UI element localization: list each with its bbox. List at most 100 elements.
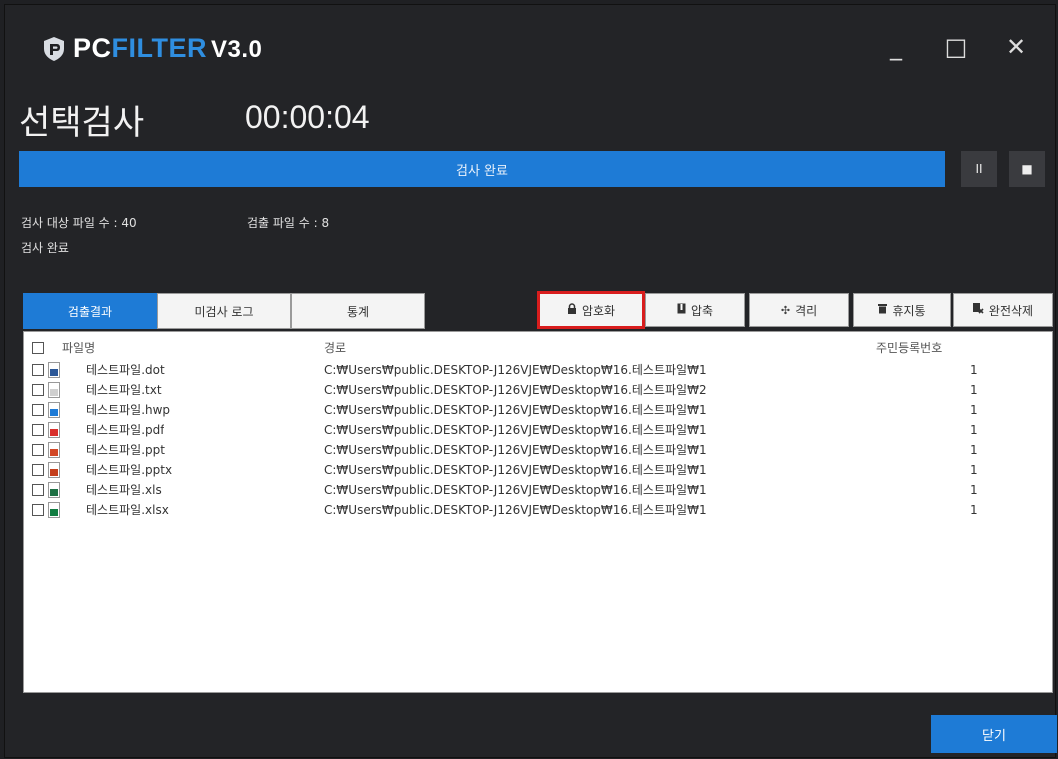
select-all-checkbox[interactable] bbox=[32, 342, 44, 354]
permanent-delete-button[interactable]: 완전삭제 bbox=[953, 293, 1053, 327]
minimize-button[interactable]: _ bbox=[875, 29, 917, 65]
file-name: 테스트파일.hwp bbox=[86, 403, 171, 417]
table-row[interactable]: 테스트파일.pdf C:₩Users₩public.DESKTOP-J126VJE… bbox=[24, 420, 1052, 440]
pause-icon: II bbox=[975, 162, 983, 176]
quarantine-button[interactable]: ✣ 격리 bbox=[749, 293, 849, 327]
elapsed-timer: 00:00:04 bbox=[245, 99, 370, 135]
app-window: PCFILTER V3.0 _ □ ✕ 선택검사 00:00:04 검사 완료 I… bbox=[4, 4, 1057, 758]
tab-label: 통계 bbox=[346, 304, 370, 319]
app-version: V3.0 bbox=[211, 36, 263, 63]
row-checkbox[interactable] bbox=[32, 364, 44, 376]
word-file-icon bbox=[48, 362, 60, 378]
table-row[interactable]: 테스트파일.txt C:₩Users₩public.DESKTOP-J126VJE… bbox=[24, 380, 1052, 400]
scan-progress-bar: 검사 완료 bbox=[19, 151, 945, 187]
file-path: C:₩Users₩public.DESKTOP-J126VJE₩Desktop₩… bbox=[324, 463, 707, 477]
shield-logo-icon bbox=[44, 36, 64, 61]
move-icon: ✣ bbox=[780, 303, 791, 317]
table-row[interactable]: 테스트파일.xlsx C:₩Users₩public.DESKTOP-J126VJ… bbox=[24, 500, 1052, 520]
file-path: C:₩Users₩public.DESKTOP-J126VJE₩Desktop₩… bbox=[324, 423, 707, 437]
text-file-icon bbox=[48, 382, 60, 398]
pause-button[interactable]: II bbox=[961, 151, 997, 187]
app-name: PCFILTER V3.0 bbox=[73, 33, 263, 63]
hwp-file-icon bbox=[48, 402, 60, 418]
rrn-count: 1 bbox=[970, 363, 978, 377]
tab-detection-results[interactable]: 검출결과 bbox=[23, 293, 157, 329]
trash-button[interactable]: 휴지통 bbox=[853, 293, 951, 327]
xlsx-file-icon bbox=[48, 502, 60, 518]
pptx-file-icon bbox=[48, 462, 60, 478]
close-button-label: 닫기 bbox=[982, 728, 1006, 744]
quarantine-label: 격리 bbox=[795, 303, 818, 318]
app-logo: PCFILTER V3.0 bbox=[43, 33, 262, 64]
file-name: 테스트파일.xlsx bbox=[86, 503, 169, 517]
permanent-delete-label: 완전삭제 bbox=[988, 303, 1034, 318]
row-checkbox[interactable] bbox=[32, 444, 44, 456]
trash-icon bbox=[878, 303, 888, 317]
tab-unscanned-log[interactable]: 미검사 로그 bbox=[157, 293, 291, 329]
tab-label: 검출결과 bbox=[67, 304, 113, 319]
tab-statistics[interactable]: 통계 bbox=[291, 293, 425, 329]
file-name: 테스트파일.ppt bbox=[86, 443, 165, 457]
ppt-file-icon bbox=[48, 442, 60, 458]
close-icon: ✕ bbox=[1005, 33, 1027, 61]
table-row[interactable]: 테스트파일.dot C:₩Users₩public.DESKTOP-J126VJE… bbox=[24, 360, 1052, 380]
encrypt-label: 암호화 bbox=[581, 303, 616, 318]
compress-button[interactable]: 압축 bbox=[645, 293, 745, 327]
rrn-count: 1 bbox=[970, 463, 978, 477]
tab-label: 미검사 로그 bbox=[194, 304, 254, 319]
rrn-count: 1 bbox=[970, 503, 978, 517]
stop-button[interactable]: ■ bbox=[1009, 151, 1045, 187]
file-name: 테스트파일.pptx bbox=[86, 463, 173, 477]
row-checkbox[interactable] bbox=[32, 504, 44, 516]
rrn-count: 1 bbox=[970, 423, 978, 437]
file-path: C:₩Users₩public.DESKTOP-J126VJE₩Desktop₩… bbox=[324, 443, 707, 457]
stop-icon: ■ bbox=[1021, 162, 1033, 176]
file-name: 테스트파일.txt bbox=[86, 383, 162, 397]
maximize-icon: □ bbox=[944, 33, 968, 61]
column-header-filename[interactable]: 파일명 bbox=[62, 338, 95, 358]
row-checkbox[interactable] bbox=[32, 484, 44, 496]
row-checkbox[interactable] bbox=[32, 424, 44, 436]
file-path: C:₩Users₩public.DESKTOP-J126VJE₩Desktop₩… bbox=[324, 503, 707, 517]
table-header: 파일명 경로 주민등록번호 bbox=[24, 338, 1052, 358]
title-bar[interactable]: PCFILTER V3.0 _ □ ✕ bbox=[5, 5, 1055, 83]
row-checkbox[interactable] bbox=[32, 384, 44, 396]
close-window-button[interactable]: ✕ bbox=[995, 29, 1037, 65]
results-table: 파일명 경로 주민등록번호 테스트파일.dot C:₩Users₩public.D… bbox=[23, 331, 1053, 693]
archive-icon bbox=[677, 303, 686, 317]
file-path: C:₩Users₩public.DESKTOP-J126VJE₩Desktop₩… bbox=[324, 363, 707, 377]
delete-icon bbox=[972, 303, 984, 317]
pdf-file-icon bbox=[48, 422, 60, 438]
rrn-count: 1 bbox=[970, 383, 978, 397]
file-path: C:₩Users₩public.DESKTOP-J126VJE₩Desktop₩… bbox=[324, 383, 707, 397]
close-button[interactable]: 닫기 bbox=[931, 715, 1057, 753]
window-controls: _ □ ✕ bbox=[875, 29, 1037, 65]
file-name: 테스트파일.xls bbox=[86, 483, 162, 497]
row-checkbox[interactable] bbox=[32, 464, 44, 476]
progress-label: 검사 완료 bbox=[456, 163, 508, 179]
minimize-icon: _ bbox=[890, 33, 902, 61]
lock-icon bbox=[567, 303, 577, 317]
xls-file-icon bbox=[48, 482, 60, 498]
rrn-count: 1 bbox=[970, 483, 978, 497]
row-checkbox[interactable] bbox=[32, 404, 44, 416]
file-path: C:₩Users₩public.DESKTOP-J126VJE₩Desktop₩… bbox=[324, 483, 707, 497]
table-row[interactable]: 테스트파일.pptx C:₩Users₩public.DESKTOP-J126VJ… bbox=[24, 460, 1052, 480]
rrn-count: 1 bbox=[970, 403, 978, 417]
table-row[interactable]: 테스트파일.ppt C:₩Users₩public.DESKTOP-J126VJE… bbox=[24, 440, 1052, 460]
column-header-path[interactable]: 경로 bbox=[324, 338, 346, 358]
trash-label: 휴지통 bbox=[892, 303, 926, 318]
file-name: 테스트파일.dot bbox=[86, 363, 165, 377]
compress-label: 압축 bbox=[690, 303, 714, 318]
maximize-button[interactable]: □ bbox=[935, 29, 977, 65]
rrn-count: 1 bbox=[970, 443, 978, 457]
encrypt-button[interactable]: 암호화 bbox=[537, 291, 645, 329]
table-row[interactable]: 테스트파일.hwp C:₩Users₩public.DESKTOP-J126VJE… bbox=[24, 400, 1052, 420]
file-path: C:₩Users₩public.DESKTOP-J126VJE₩Desktop₩… bbox=[324, 403, 707, 417]
column-header-rrn[interactable]: 주민등록번호 bbox=[876, 338, 942, 358]
file-name: 테스트파일.pdf bbox=[86, 423, 165, 437]
scan-title: 선택검사 bbox=[19, 103, 145, 143]
scan-status-text: 검사 완료 bbox=[21, 241, 69, 255]
table-row[interactable]: 테스트파일.xls C:₩Users₩public.DESKTOP-J126VJE… bbox=[24, 480, 1052, 500]
detected-file-count: 검출 파일 수 : 8 bbox=[247, 216, 330, 230]
